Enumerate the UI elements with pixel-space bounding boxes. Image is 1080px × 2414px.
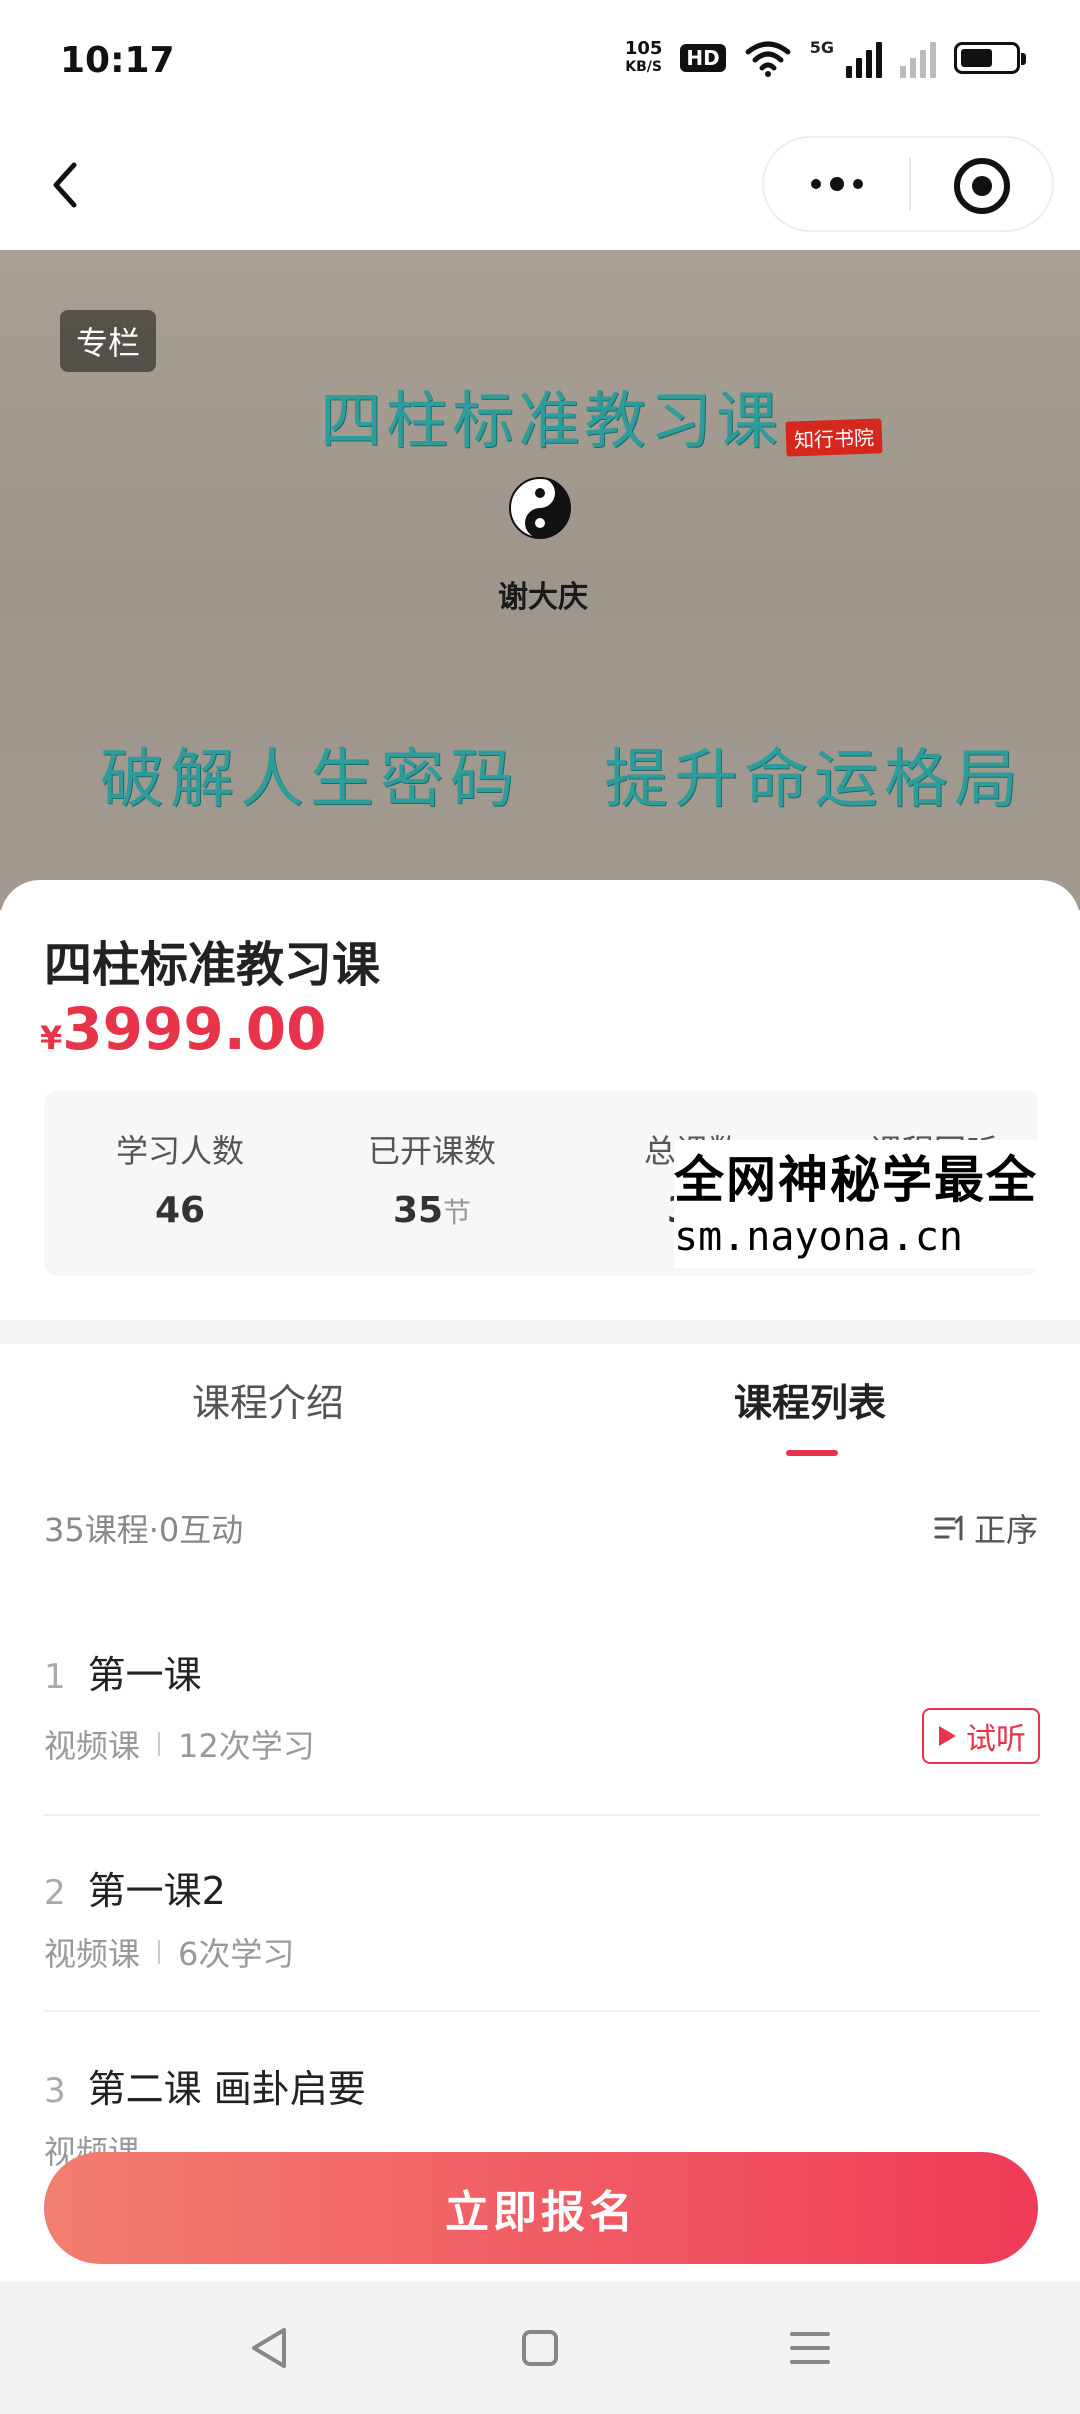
network-speed-value: 105 xyxy=(624,38,663,59)
lesson-item[interactable]: 1 第一课 视频课 12次学习 试听 xyxy=(44,1644,1040,1816)
author-name: 谢大庆 xyxy=(498,580,588,615)
status-icons: 105 KB/S HD 5G xyxy=(625,38,1026,78)
stat-number: 46 xyxy=(154,1190,206,1231)
sort-order-button[interactable]: 正序 xyxy=(934,1505,1038,1551)
stat-learners: 学习人数 46 xyxy=(80,1126,280,1231)
stat-label: 学习人数 xyxy=(115,1132,244,1170)
nav-back-icon[interactable] xyxy=(244,2322,296,2374)
publisher-seal: 知行书院 xyxy=(785,418,883,457)
course-title: 四柱标准教习课 xyxy=(44,937,381,993)
stat-value: 35节 xyxy=(332,1190,532,1231)
tab-bar: 课程介绍 课程列表 xyxy=(0,1344,1080,1464)
lesson-index: 2 xyxy=(44,1873,66,1913)
lesson-count: 35课程·0互动 xyxy=(44,1511,244,1549)
play-icon xyxy=(939,1726,956,1746)
lesson-item[interactable]: 2 第一课2 视频课 6次学习 xyxy=(44,1860,1040,2012)
price-value: 3999.00 xyxy=(62,995,327,1063)
currency-symbol: ¥ xyxy=(40,1019,63,1057)
network-speed: 105 KB/S xyxy=(625,40,663,76)
lesson-index: 1 xyxy=(44,1657,66,1697)
lesson-type: 视频课 xyxy=(44,1935,141,1973)
trial-label: 试听 xyxy=(966,1722,1026,1757)
signal-strong-icon xyxy=(846,38,882,78)
status-time: 10:17 xyxy=(60,40,175,81)
stat-label: 已开课数 xyxy=(367,1132,496,1170)
list-divider xyxy=(44,1814,1040,1816)
tab-course-intro[interactable]: 课程介绍 xyxy=(192,1372,344,1427)
stat-unit: 节 xyxy=(443,1196,472,1229)
course-price: ¥3999.00 xyxy=(40,995,326,1063)
watermark-line-2: sm.nayona.cn xyxy=(674,1214,963,1260)
lesson-index: 3 xyxy=(44,2071,66,2111)
lesson-title: 第二课 画卦启要 xyxy=(87,2067,366,2111)
lesson-views: 12次学习 xyxy=(178,1727,315,1765)
network-gen-label: 5G xyxy=(809,38,834,57)
tab-course-list[interactable]: 课程列表 xyxy=(734,1372,886,1427)
nav-home-icon[interactable] xyxy=(514,2322,566,2374)
banner-title: 四柱标准教习课 xyxy=(320,384,783,457)
system-nav-bar xyxy=(0,2282,1080,2414)
stat-opened-lessons: 已开课数 35节 xyxy=(332,1126,532,1231)
list-divider xyxy=(44,2010,1040,2012)
sort-label: 正序 xyxy=(973,1511,1038,1549)
lesson-title: 第一课2 xyxy=(87,1869,226,1913)
dot-icon xyxy=(829,177,844,191)
section-divider xyxy=(0,1320,1080,1344)
battery-icon xyxy=(954,42,1026,74)
taiji-icon xyxy=(509,477,571,539)
back-icon[interactable] xyxy=(40,155,100,215)
dot-icon xyxy=(852,179,863,189)
lesson-type: 视频课 xyxy=(44,1727,141,1765)
watermark-overlay: 全网神秘学最全 sm.nayona.cn xyxy=(674,1140,1080,1268)
more-menu-button[interactable] xyxy=(764,138,909,230)
banner-slogan-right: 提升命运格局 xyxy=(604,743,1024,817)
enroll-button[interactable]: 立即报名 xyxy=(44,2152,1038,2264)
watermark-line-1: 全网神秘学最全 xyxy=(674,1151,1038,1209)
banner-slogan-left: 破解人生密码 xyxy=(100,743,520,817)
hd-icon: HD xyxy=(680,44,726,72)
stat-number: 35 xyxy=(392,1190,444,1231)
meta-separator xyxy=(158,1732,161,1756)
trial-button[interactable]: 试听 xyxy=(922,1708,1040,1764)
lesson-title: 第一课 xyxy=(87,1653,202,1697)
signal-weak-icon xyxy=(900,38,936,78)
active-tab-indicator xyxy=(786,1450,838,1456)
sort-icon xyxy=(934,1515,963,1541)
lesson-views: 6次学习 xyxy=(178,1935,295,1973)
mini-program-capsule xyxy=(762,136,1054,232)
capsule-divider xyxy=(909,158,911,210)
dot-icon xyxy=(810,179,821,189)
network-speed-unit: KB/S xyxy=(625,59,662,75)
course-banner: 专栏 四柱标准教习课 知行书院 谢大庆 破解人生密码 提升命运格局 xyxy=(0,250,1080,910)
stat-value: 46 xyxy=(80,1190,280,1231)
status-bar: 10:17 105 KB/S HD 5G xyxy=(0,0,1080,125)
close-mini-program-icon[interactable] xyxy=(954,158,1010,214)
wifi-icon xyxy=(745,41,791,77)
column-tag: 专栏 xyxy=(60,310,157,372)
meta-separator xyxy=(158,1940,161,1964)
nav-menu-icon[interactable] xyxy=(784,2322,836,2374)
